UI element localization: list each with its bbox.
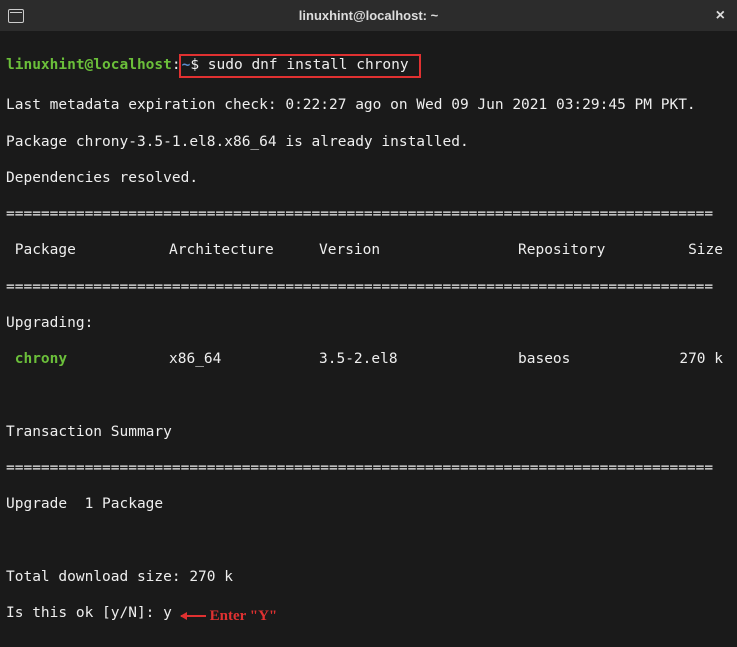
header-repository: Repository [518, 241, 673, 259]
output-deps: Dependencies resolved. [6, 169, 731, 187]
rule-mid: ========================================… [6, 278, 731, 296]
close-button[interactable]: × [712, 7, 729, 25]
titlebar-left [8, 9, 24, 23]
annotation-arrow: Enter "Y" [181, 607, 278, 626]
row-version: 3.5-2.el8 [319, 350, 518, 368]
header-package: Package [6, 241, 169, 259]
row-arch: x86_64 [169, 350, 319, 368]
download-size: Total download size: 270 k [6, 568, 731, 586]
prompt-user-host: linuxhint@localhost [6, 57, 172, 73]
table-header: PackageArchitectureVersionRepositorySize [6, 241, 731, 259]
blank-row [6, 531, 731, 549]
window-titlebar: linuxhint@localhost: ~ × [0, 0, 737, 32]
terminal-icon [8, 9, 24, 23]
confirm-line: Is this ok [y/N]: y Enter "Y" [6, 604, 731, 625]
output-metadata: Last metadata expiration check: 0:22:27 … [6, 96, 731, 114]
command-highlight: ~$ sudo dnf install chrony [179, 54, 422, 78]
section-upgrading: Upgrading: [6, 314, 731, 332]
terminal-body[interactable]: linuxhint@localhost:~$ sudo dnf install … [0, 32, 737, 647]
annotation-text: Enter "Y" [210, 607, 278, 626]
command-text: sudo dnf install chrony [199, 57, 417, 73]
upgrade-count: Upgrade 1 Package [6, 495, 731, 513]
rule-bottom: ========================================… [6, 459, 731, 477]
transaction-summary: Transaction Summary [6, 423, 731, 441]
row-package: chrony [6, 350, 169, 368]
header-architecture: Architecture [169, 241, 319, 259]
rule-top: ========================================… [6, 205, 731, 223]
arrow-icon [181, 615, 206, 617]
header-size: Size [673, 241, 723, 259]
output-already-installed: Package chrony-3.5-1.el8.x86_64 is alrea… [6, 133, 731, 151]
blank-row [6, 386, 731, 404]
confirm-text: Is this ok [y/N]: y [6, 605, 181, 621]
table-row: chronyx86_643.5-2.el8baseos270 k [6, 350, 731, 368]
row-repo: baseos [518, 350, 673, 368]
prompt-line: linuxhint@localhost:~$ sudo dnf install … [6, 54, 731, 78]
row-size: 270 k [673, 350, 723, 368]
header-version: Version [319, 241, 518, 259]
window-title: linuxhint@localhost: ~ [299, 8, 438, 23]
prompt-dollar: $ [190, 57, 199, 73]
